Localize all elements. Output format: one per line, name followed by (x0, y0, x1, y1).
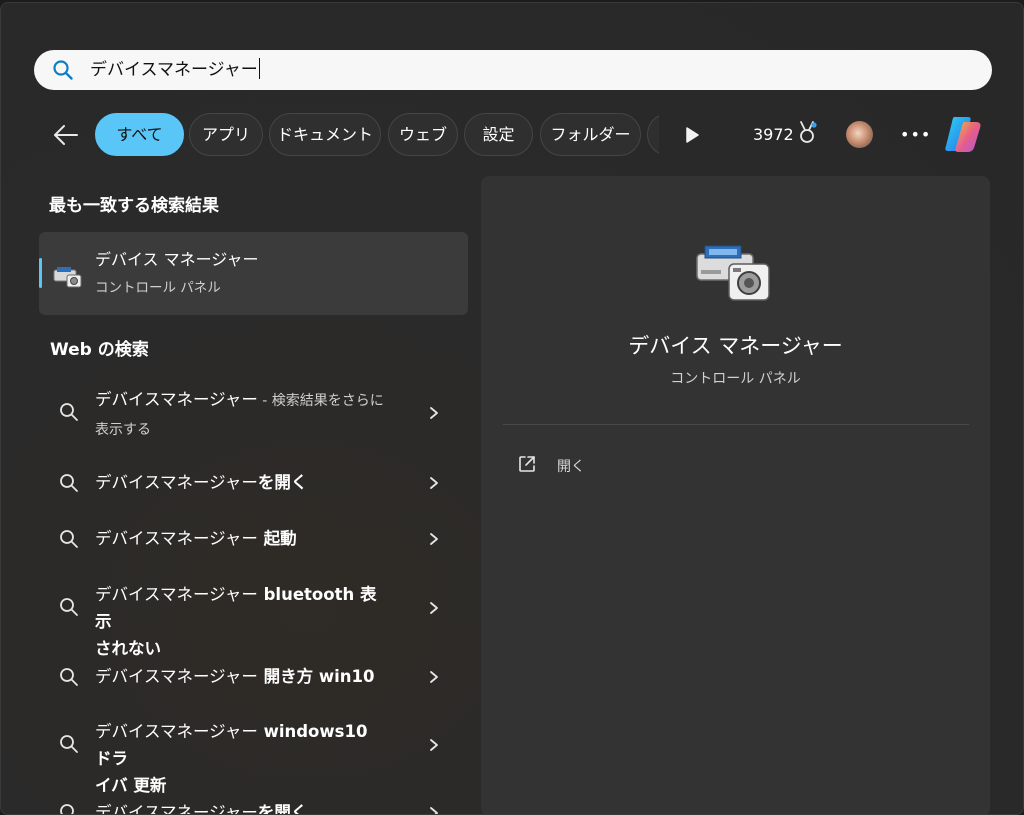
web-search-heading: Web の検索 (50, 340, 149, 360)
copilot-icon[interactable] (942, 114, 984, 154)
web-search-item-label: デバイスマネージャー - 検索結果をさらに 表示する (95, 390, 384, 438)
filter-chip-more[interactable] (647, 113, 659, 156)
search-icon (60, 474, 78, 492)
scroll-chips-right-icon[interactable] (685, 127, 699, 143)
search-window: デバイスマネージャー すべて アプリ ドキュメント ウェブ 設定 フォルダー 3… (0, 2, 1024, 815)
search-bar[interactable]: デバイスマネージャー (34, 50, 992, 90)
search-icon (60, 804, 74, 814)
chevron-right-icon (430, 407, 438, 419)
chevron-right-icon (430, 602, 438, 614)
medal-icon[interactable] (796, 120, 818, 146)
rewards-points[interactable]: 3972 (753, 125, 794, 145)
chevron-right-icon (430, 739, 438, 751)
web-search-item-label: デバイスマネージャー bluetooth 表示 されない (95, 585, 377, 658)
web-search-item[interactable]: デバイスマネージャー bluetooth 表示 されない (41, 581, 461, 658)
filter-chip-apps[interactable]: アプリ (189, 113, 263, 156)
web-search-item-label: デバイスマネージャーを開く windows11 (95, 803, 308, 815)
divider (503, 424, 969, 425)
chevron-right-icon (430, 671, 438, 683)
web-search-item-label: デバイスマネージャー windows10 ドラ イバ 更新 (95, 722, 368, 795)
filter-chips: すべて アプリ ドキュメント ウェブ 設定 フォルダー (95, 113, 659, 157)
filter-chip-all[interactable]: すべて (95, 113, 184, 156)
open-external-icon[interactable] (518, 455, 536, 473)
search-icon (60, 530, 78, 548)
chevron-right-icon (430, 533, 438, 545)
selection-indicator (39, 258, 42, 288)
device-manager-icon (696, 245, 770, 301)
search-icon (60, 598, 78, 616)
best-match-subtitle: コントロール パネル (95, 280, 221, 296)
web-search-item[interactable]: デバイスマネージャー 開き方 win10 (41, 663, 461, 691)
best-match-title: デバイス マネージャー (95, 250, 259, 269)
web-search-item[interactable]: デバイスマネージャー - 検索結果をさらに 表示する (41, 386, 461, 442)
filter-chip-web[interactable]: ウェブ (388, 113, 458, 156)
web-search-item-label: デバイスマネージャー 開き方 win10 (95, 667, 375, 686)
more-options-icon[interactable]: ••• (900, 127, 931, 143)
best-match-result[interactable]: デバイス マネージャー コントロール パネル (39, 232, 468, 315)
web-search-item[interactable]: デバイスマネージャーを開く (41, 469, 461, 497)
open-action[interactable]: 開く (557, 456, 585, 476)
web-search-item-label: デバイスマネージャー 起動 (95, 529, 297, 548)
details-title: デバイス マネージャー (628, 334, 843, 358)
back-arrow-icon[interactable] (51, 121, 81, 149)
chevron-right-icon (430, 807, 438, 814)
web-search-item[interactable]: デバイスマネージャー 起動 (41, 525, 461, 553)
search-icon (60, 403, 78, 421)
search-icon (60, 668, 78, 686)
web-search-item-label: デバイスマネージャーを開く (95, 473, 308, 492)
search-icon (60, 735, 78, 753)
chevron-right-icon (430, 477, 438, 489)
web-search-item[interactable]: デバイスマネージャーを開く windows11 (41, 799, 461, 815)
filter-chip-folders[interactable]: フォルダー (540, 113, 641, 156)
details-subtitle: コントロール パネル (670, 371, 801, 387)
device-manager-icon (53, 267, 82, 288)
filter-chip-documents[interactable]: ドキュメント (269, 113, 381, 156)
filter-chip-settings[interactable]: 設定 (464, 113, 533, 156)
web-search-item[interactable]: デバイスマネージャー windows10 ドラ イバ 更新 (41, 718, 461, 795)
details-panel: デバイス マネージャー コントロール パネル 開く (481, 176, 990, 814)
search-icon (53, 60, 73, 80)
avatar[interactable] (846, 121, 873, 148)
search-input[interactable]: デバイスマネージャー (90, 50, 260, 90)
best-match-heading: 最も一致する検索結果 (49, 196, 219, 216)
